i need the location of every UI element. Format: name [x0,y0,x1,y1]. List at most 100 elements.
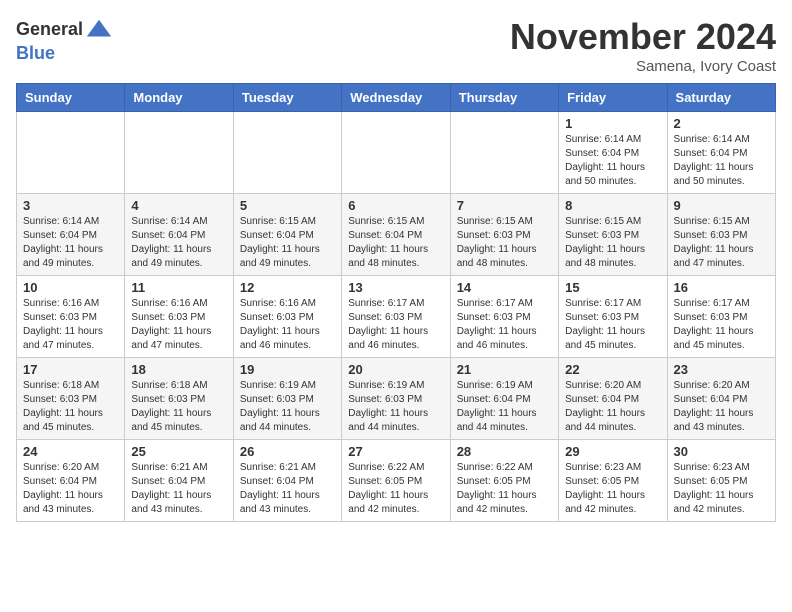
calendar-cell: 19 Sunrise: 6:19 AM Sunset: 6:03 PM Dayli… [233,358,341,440]
day-info: Sunrise: 6:16 AM Sunset: 6:03 PM Dayligh… [131,297,226,353]
day-number: 27 [348,444,443,459]
calendar-week-row: 17 Sunrise: 6:18 AM Sunset: 6:03 PM Dayli… [17,358,776,440]
calendar-cell: 20 Sunrise: 6:19 AM Sunset: 6:03 PM Dayli… [342,358,450,440]
day-info: Sunrise: 6:22 AM Sunset: 6:05 PM Dayligh… [457,461,552,517]
day-number: 24 [23,444,118,459]
day-number: 19 [240,362,335,377]
day-number: 21 [457,362,552,377]
day-info: Sunrise: 6:22 AM Sunset: 6:05 PM Dayligh… [348,461,443,517]
calendar-cell: 21 Sunrise: 6:19 AM Sunset: 6:04 PM Dayli… [450,358,558,440]
day-number: 30 [674,444,769,459]
calendar-cell: 26Sunrise: 6:21 AM Sunset: 6:04 PM Dayli… [233,440,341,522]
day-number: 28 [457,444,552,459]
logo-icon [85,16,113,44]
day-info: Sunrise: 6:23 AM Sunset: 6:05 PM Dayligh… [565,461,660,517]
calendar-cell [125,112,233,194]
day-number: 8 [565,198,660,213]
logo-general: General [16,20,83,40]
day-info: Sunrise: 6:19 AM Sunset: 6:03 PM Dayligh… [240,379,335,435]
day-number: 22 [565,362,660,377]
calendar-cell: 13Sunrise: 6:17 AM Sunset: 6:03 PM Dayli… [342,276,450,358]
calendar-cell: 4 Sunrise: 6:14 AM Sunset: 6:04 PM Daylig… [125,194,233,276]
day-info: Sunrise: 6:14 AM Sunset: 6:04 PM Dayligh… [674,133,769,189]
day-info: Sunrise: 6:18 AM Sunset: 6:03 PM Dayligh… [131,379,226,435]
page-header: General Blue November 2024 Samena, Ivory… [16,16,776,75]
day-info: Sunrise: 6:20 AM Sunset: 6:04 PM Dayligh… [23,461,118,517]
calendar-cell: 18Sunrise: 6:18 AM Sunset: 6:03 PM Dayli… [125,358,233,440]
day-info: Sunrise: 6:16 AM Sunset: 6:03 PM Dayligh… [23,297,118,353]
day-info: Sunrise: 6:16 AM Sunset: 6:03 PM Dayligh… [240,297,335,353]
calendar-cell: 28 Sunrise: 6:22 AM Sunset: 6:05 PM Dayli… [450,440,558,522]
calendar-cell [233,112,341,194]
calendar-cell: 8Sunrise: 6:15 AM Sunset: 6:03 PM Daylig… [559,194,667,276]
logo-blue: Blue [16,44,113,64]
day-number: 26 [240,444,335,459]
calendar-cell: 5 Sunrise: 6:15 AM Sunset: 6:04 PM Daylig… [233,194,341,276]
day-info: Sunrise: 6:17 AM Sunset: 6:03 PM Dayligh… [457,297,552,353]
month-title: November 2024 [510,16,776,58]
calendar-cell: 9 Sunrise: 6:15 AM Sunset: 6:03 PM Daylig… [667,194,775,276]
day-info: Sunrise: 6:15 AM Sunset: 6:04 PM Dayligh… [348,215,443,271]
calendar-cell: 15 Sunrise: 6:17 AM Sunset: 6:03 PM Dayli… [559,276,667,358]
calendar-cell: 27 Sunrise: 6:22 AM Sunset: 6:05 PM Dayli… [342,440,450,522]
calendar-week-row: 3 Sunrise: 6:14 AM Sunset: 6:04 PM Daylig… [17,194,776,276]
calendar-table: SundayMondayTuesdayWednesdayThursdayFrid… [16,83,776,522]
calendar-cell: 22 Sunrise: 6:20 AM Sunset: 6:04 PM Dayli… [559,358,667,440]
day-number: 15 [565,280,660,295]
location: Samena, Ivory Coast [510,58,776,75]
day-info: Sunrise: 6:20 AM Sunset: 6:04 PM Dayligh… [565,379,660,435]
day-info: Sunrise: 6:23 AM Sunset: 6:05 PM Dayligh… [674,461,769,517]
day-info: Sunrise: 6:19 AM Sunset: 6:04 PM Dayligh… [457,379,552,435]
day-number: 25 [131,444,226,459]
calendar-cell: 10 Sunrise: 6:16 AM Sunset: 6:03 PM Dayli… [17,276,125,358]
calendar-cell: 1 Sunrise: 6:14 AM Sunset: 6:04 PM Daylig… [559,112,667,194]
calendar-week-row: 24 Sunrise: 6:20 AM Sunset: 6:04 PM Dayli… [17,440,776,522]
calendar-week-row: 10 Sunrise: 6:16 AM Sunset: 6:03 PM Dayli… [17,276,776,358]
day-info: Sunrise: 6:19 AM Sunset: 6:03 PM Dayligh… [348,379,443,435]
day-number: 9 [674,198,769,213]
day-info: Sunrise: 6:17 AM Sunset: 6:03 PM Dayligh… [348,297,443,353]
calendar-cell: 7Sunrise: 6:15 AM Sunset: 6:03 PM Daylig… [450,194,558,276]
calendar-cell [450,112,558,194]
calendar-cell: 25 Sunrise: 6:21 AM Sunset: 6:04 PM Dayli… [125,440,233,522]
day-info: Sunrise: 6:14 AM Sunset: 6:04 PM Dayligh… [565,133,660,189]
day-of-week-header: Wednesday [342,84,450,112]
calendar-cell: 14 Sunrise: 6:17 AM Sunset: 6:03 PM Dayli… [450,276,558,358]
calendar-cell: 24 Sunrise: 6:20 AM Sunset: 6:04 PM Dayli… [17,440,125,522]
day-info: Sunrise: 6:17 AM Sunset: 6:03 PM Dayligh… [674,297,769,353]
day-number: 5 [240,198,335,213]
calendar-header-row: SundayMondayTuesdayWednesdayThursdayFrid… [17,84,776,112]
day-number: 10 [23,280,118,295]
day-number: 4 [131,198,226,213]
calendar-cell [17,112,125,194]
day-number: 2 [674,116,769,131]
calendar-cell: 29 Sunrise: 6:23 AM Sunset: 6:05 PM Dayli… [559,440,667,522]
calendar-cell: 30 Sunrise: 6:23 AM Sunset: 6:05 PM Dayli… [667,440,775,522]
day-number: 12 [240,280,335,295]
day-number: 17 [23,362,118,377]
logo: General Blue [16,16,113,64]
calendar-cell: 23Sunrise: 6:20 AM Sunset: 6:04 PM Dayli… [667,358,775,440]
calendar-cell: 11 Sunrise: 6:16 AM Sunset: 6:03 PM Dayli… [125,276,233,358]
day-info: Sunrise: 6:15 AM Sunset: 6:03 PM Dayligh… [674,215,769,271]
day-number: 14 [457,280,552,295]
calendar-cell: 17 Sunrise: 6:18 AM Sunset: 6:03 PM Dayli… [17,358,125,440]
day-number: 1 [565,116,660,131]
day-of-week-header: Monday [125,84,233,112]
day-of-week-header: Friday [559,84,667,112]
day-number: 23 [674,362,769,377]
day-info: Sunrise: 6:21 AM Sunset: 6:04 PM Dayligh… [131,461,226,517]
day-number: 11 [131,280,226,295]
calendar-cell: 2 Sunrise: 6:14 AM Sunset: 6:04 PM Daylig… [667,112,775,194]
calendar-cell: 12 Sunrise: 6:16 AM Sunset: 6:03 PM Dayli… [233,276,341,358]
day-info: Sunrise: 6:14 AM Sunset: 6:04 PM Dayligh… [131,215,226,271]
day-info: Sunrise: 6:18 AM Sunset: 6:03 PM Dayligh… [23,379,118,435]
day-of-week-header: Thursday [450,84,558,112]
day-info: Sunrise: 6:14 AM Sunset: 6:04 PM Dayligh… [23,215,118,271]
day-number: 20 [348,362,443,377]
calendar-cell: 6Sunrise: 6:15 AM Sunset: 6:04 PM Daylig… [342,194,450,276]
day-info: Sunrise: 6:17 AM Sunset: 6:03 PM Dayligh… [565,297,660,353]
day-number: 29 [565,444,660,459]
day-number: 3 [23,198,118,213]
day-info: Sunrise: 6:15 AM Sunset: 6:04 PM Dayligh… [240,215,335,271]
